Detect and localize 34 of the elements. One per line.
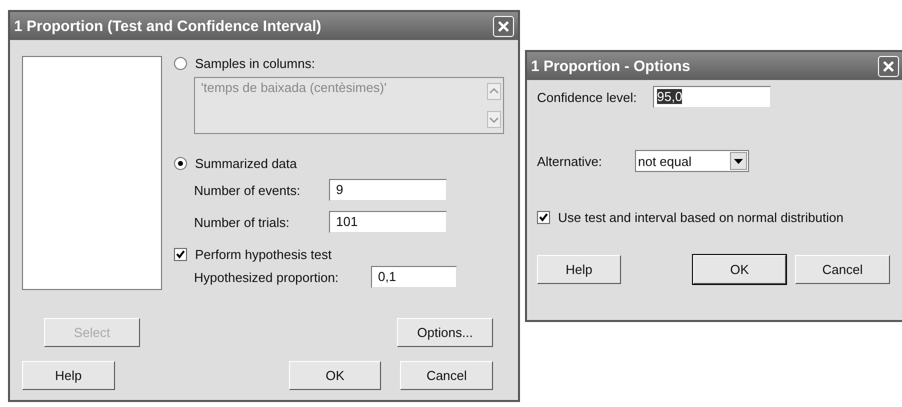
radio-label: Summarized data bbox=[195, 156, 297, 171]
dialog-button[interactable]: Options... bbox=[397, 318, 493, 347]
close-icon bbox=[497, 20, 510, 32]
dialog-button[interactable]: Help bbox=[537, 255, 621, 284]
field-label: Alternative: bbox=[537, 154, 604, 168]
input-field[interactable]: 0,1 bbox=[371, 266, 457, 288]
alternative-dropdown[interactable]: not equal bbox=[635, 150, 749, 172]
dialog-button[interactable]: Help bbox=[22, 361, 115, 390]
window-title: 1 Proportion - Options bbox=[531, 58, 690, 74]
checkbox-label: Use test and interval based on normal distribution bbox=[558, 210, 844, 225]
field-label: Hypothesized proportion: bbox=[194, 270, 340, 284]
input-field[interactable]: 95,0 bbox=[653, 86, 771, 108]
dialog-button[interactable]: OK bbox=[288, 361, 382, 390]
close-icon bbox=[882, 60, 895, 72]
close-button[interactable] bbox=[493, 16, 514, 36]
dialog-button[interactable]: OK bbox=[693, 255, 786, 284]
input-field[interactable]: 9 bbox=[329, 179, 447, 201]
checkbox-label: Perform hypothesis test bbox=[195, 247, 332, 262]
close-button[interactable] bbox=[878, 56, 899, 76]
field-text: 'temps de baixada (centèsimes)' bbox=[200, 79, 388, 97]
window-title: 1 Proportion (Test and Confidence Interval) bbox=[14, 18, 322, 34]
dialog-button[interactable]: Cancel bbox=[795, 255, 890, 284]
dialog-button[interactable]: Cancel bbox=[400, 361, 494, 390]
checkbox[interactable] bbox=[174, 248, 187, 261]
caret-icon bbox=[734, 158, 743, 164]
checkbox[interactable] bbox=[537, 211, 550, 224]
field-label: Confidence level: bbox=[537, 90, 638, 104]
input-field[interactable]: 101 bbox=[329, 211, 447, 233]
column-list[interactable] bbox=[22, 56, 162, 290]
radio-label: Samples in columns: bbox=[195, 56, 315, 71]
field-label: Number of trials: bbox=[194, 214, 290, 230]
radio-button[interactable] bbox=[174, 157, 187, 170]
selected-text: 95,0 bbox=[657, 89, 682, 104]
field-label: Number of events: bbox=[194, 182, 302, 198]
